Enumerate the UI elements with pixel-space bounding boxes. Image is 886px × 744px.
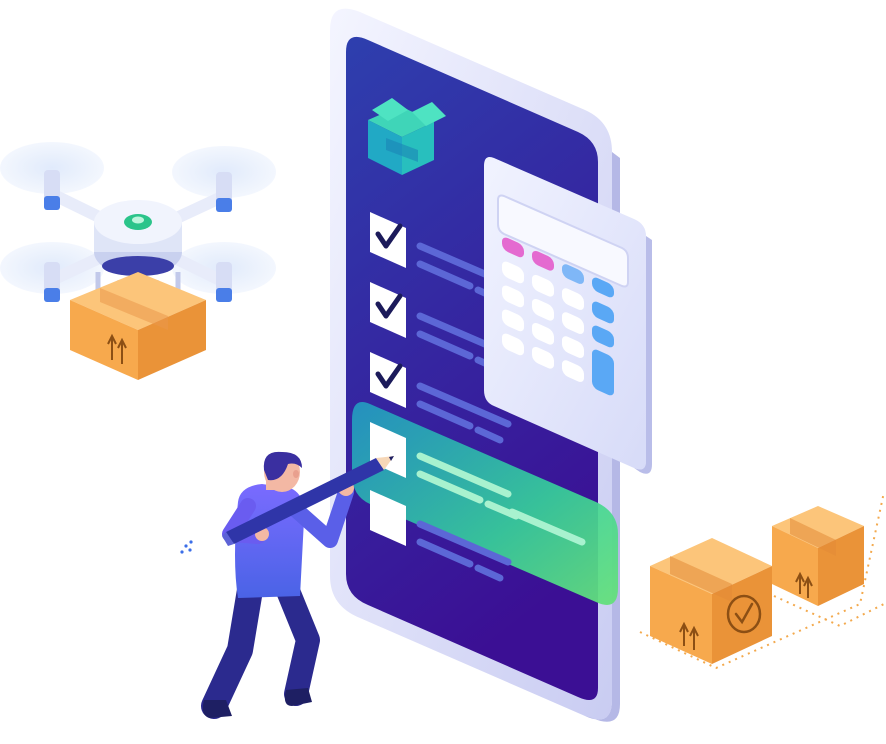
illustration-stage bbox=[0, 0, 886, 744]
package-icon bbox=[70, 272, 206, 380]
sparkle-decoration bbox=[180, 540, 193, 554]
delivery-checklist-illustration bbox=[0, 8, 885, 722]
package-icon bbox=[650, 538, 772, 664]
